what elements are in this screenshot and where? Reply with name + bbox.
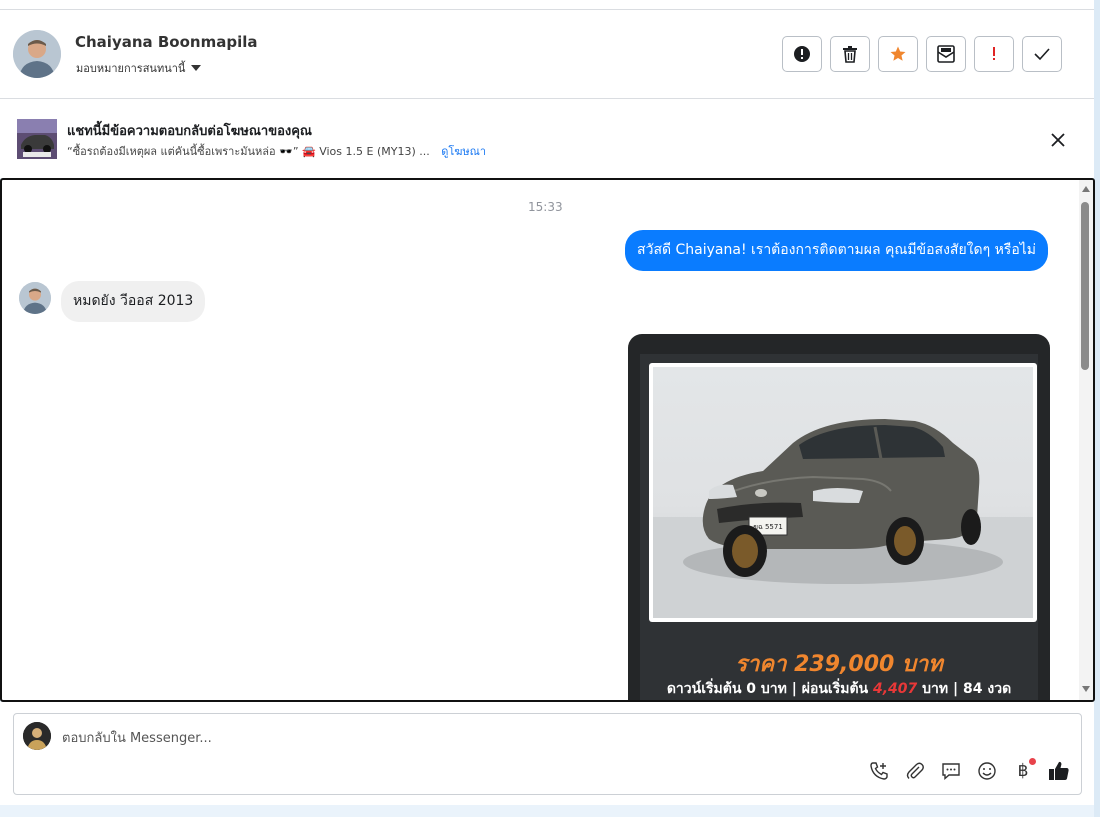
mark-unread-button[interactable] xyxy=(926,36,966,72)
contact-avatar-small[interactable] xyxy=(19,282,51,314)
scroll-up-icon[interactable] xyxy=(1082,186,1090,192)
conversation-header: Chaiyana Boonmapila มอบหมายการสนทนานี้ xyxy=(0,10,1094,99)
like-button[interactable] xyxy=(1048,760,1070,782)
message-thread[interactable]: 15:33 สวัสดี Chaiyana! เราต้องการติดตามผ… xyxy=(0,178,1095,702)
mark-unread-icon xyxy=(937,45,955,63)
exclamation-circle-icon xyxy=(794,46,810,62)
contact-name[interactable]: Chaiyana Boonmapila xyxy=(75,33,258,51)
incoming-message[interactable]: หมดยัง วีออส 2013 xyxy=(61,281,206,322)
outgoing-message[interactable]: สวัสดี Chaiyana! เราต้องการติดตามผล คุณม… xyxy=(625,230,1048,271)
page-avatar xyxy=(23,722,51,750)
caret-down-icon xyxy=(191,65,202,71)
car-photo[interactable]: ขฉ 5571 xyxy=(649,363,1037,622)
view-ad-link[interactable]: ดูโฆษณา xyxy=(441,145,486,158)
thread-scrollbar[interactable] xyxy=(1079,180,1093,700)
composer-area: ฿ xyxy=(0,702,1094,805)
header-actions xyxy=(782,36,1062,72)
close-icon xyxy=(1051,133,1065,147)
ad-thumbnail[interactable] xyxy=(17,119,57,159)
payment-button[interactable]: ฿ xyxy=(1012,758,1036,782)
message-timestamp: 15:33 xyxy=(528,200,563,214)
assign-conversation-dropdown[interactable]: มอบหมายการสนทนานี้ xyxy=(76,59,202,77)
car-card-body: ขฉ 5571 ราคา 239,000 บาท ดาวน์เริ่มต้น 0… xyxy=(640,354,1038,700)
exclamation-icon xyxy=(993,47,995,60)
ad-banner-title: แชทนี้มีข้อความตอบกลับต่อโฆษณาของคุณ xyxy=(67,124,312,139)
reply-input[interactable] xyxy=(62,728,762,748)
car-listing-card[interactable]: ขฉ 5571 ราคา 239,000 บาท ดาวน์เริ่มต้น 0… xyxy=(628,334,1050,700)
mark-done-button[interactable] xyxy=(1022,36,1062,72)
finance-terms: ดาวน์เริ่มต้น 0 บาท | ผ่อนเริ่มต้น 4,407… xyxy=(640,678,1038,700)
ad-banner-subtitle: “ซื้อรถต้องมีเหตุผล แต่คันนี้ซื้อเพราะมั… xyxy=(67,142,486,160)
payment-icon: ฿ xyxy=(1017,761,1029,781)
notification-dot xyxy=(1029,758,1036,765)
trash-icon xyxy=(843,46,857,63)
star-icon xyxy=(890,46,906,61)
add-call-icon xyxy=(870,762,888,780)
installment-amount: 4,407 xyxy=(873,681,918,697)
reply-composer: ฿ xyxy=(13,713,1082,795)
car-price: ราคา 239,000 บาท xyxy=(735,652,943,677)
scrollbar-thumb[interactable] xyxy=(1081,202,1089,370)
check-icon xyxy=(1034,48,1050,61)
term-text: บาท | 84 งวด xyxy=(917,681,1012,697)
assign-label: มอบหมายการสนทนานี้ xyxy=(76,62,186,75)
emoji-icon xyxy=(978,762,996,780)
scroll-down-icon[interactable] xyxy=(1082,686,1090,692)
down-payment-text: ดาวน์เริ่มต้น 0 บาท | ผ่อนเริ่มต้น xyxy=(666,681,873,697)
saved-replies-button[interactable] xyxy=(940,760,962,782)
top-strip xyxy=(0,0,1094,10)
attachment-icon xyxy=(906,762,924,779)
delete-button[interactable] xyxy=(830,36,870,72)
attach-button[interactable] xyxy=(904,760,926,782)
report-button[interactable] xyxy=(974,36,1014,72)
close-banner-button[interactable] xyxy=(1048,130,1068,150)
contact-avatar[interactable] xyxy=(13,30,61,78)
composer-tools: ฿ xyxy=(868,758,1070,782)
ad-reply-banner: แชทนี้มีข้อความตอบกลับต่อโฆษณาของคุณ “ซื… xyxy=(0,99,1094,178)
ad-caption: “ซื้อรถต้องมีเหตุผล แต่คันนี้ซื้อเพราะมั… xyxy=(67,145,430,158)
star-button[interactable] xyxy=(878,36,918,72)
mark-spam-button[interactable] xyxy=(782,36,822,72)
emoji-button[interactable] xyxy=(976,760,998,782)
add-call-button[interactable] xyxy=(868,760,890,782)
saved-replies-icon xyxy=(942,763,960,781)
like-icon xyxy=(1049,761,1069,780)
